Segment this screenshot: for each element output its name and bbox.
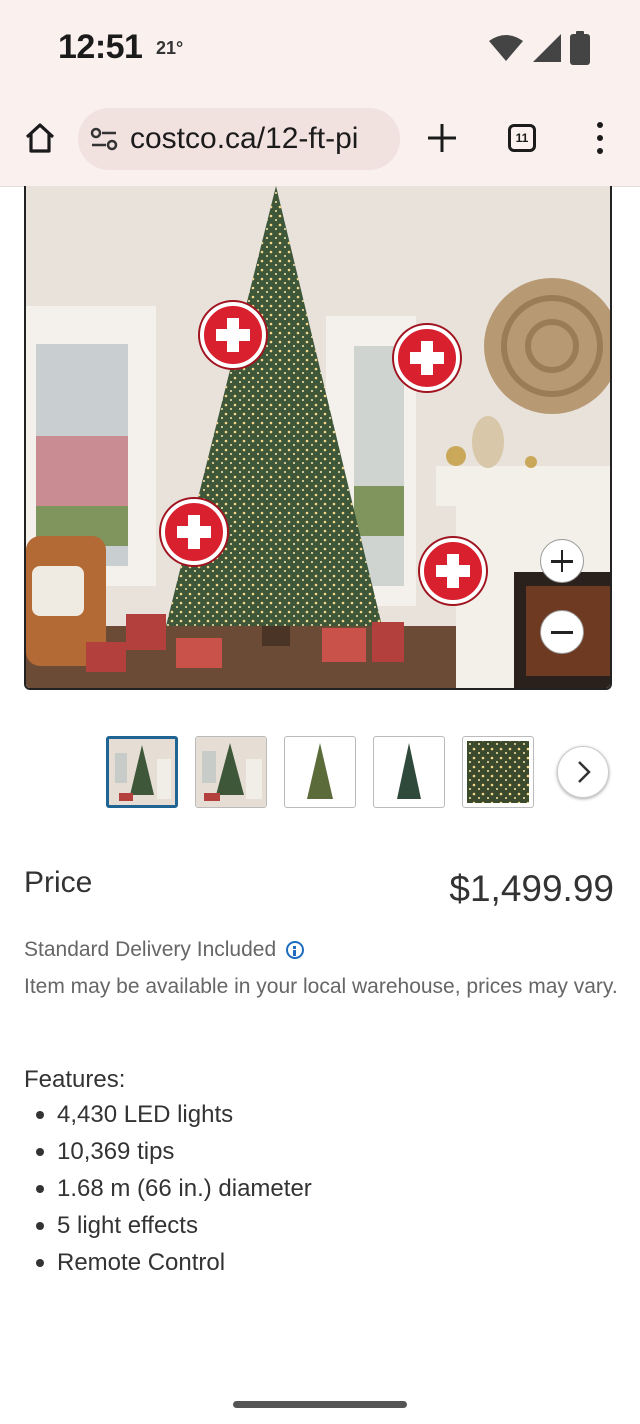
thumbnail-image [307, 743, 333, 799]
zoom-in-button[interactable] [540, 539, 584, 583]
thumbnail[interactable] [373, 736, 445, 808]
home-button[interactable] [20, 118, 60, 158]
gesture-home-indicator[interactable] [233, 1401, 407, 1408]
hotspot-button[interactable] [161, 499, 227, 565]
cellular-signal-icon [533, 34, 561, 62]
availability-note: Item may be available in your local ware… [24, 975, 618, 998]
feature-item: 4,430 LED lights [24, 1096, 312, 1133]
thumbnail[interactable] [195, 736, 267, 808]
feature-item: 5 light effects [24, 1207, 312, 1244]
thumbnail[interactable] [284, 736, 356, 808]
delivery-text: Standard Delivery Included [24, 938, 277, 961]
home-icon [25, 123, 55, 153]
hotspot-button[interactable] [200, 302, 266, 368]
address-bar[interactable]: costco.ca/12-ft-pi [78, 108, 400, 170]
new-tab-button[interactable] [424, 120, 460, 156]
features-title: Features: [24, 1066, 126, 1093]
tab-switcher-button[interactable]: 11 [508, 124, 536, 152]
thumbnail[interactable] [462, 736, 534, 808]
url-text: costco.ca/12-ft-pi [130, 122, 359, 155]
status-time: 12:51 [58, 28, 143, 66]
status-bar: 12:51 21° [0, 0, 640, 96]
hotspot-button[interactable] [394, 325, 460, 391]
tab-count: 11 [515, 131, 529, 145]
thumbnail-image [397, 743, 421, 799]
thumbnail[interactable] [106, 736, 178, 808]
feature-item: Remote Control [24, 1244, 312, 1281]
price-label: Price [24, 866, 93, 899]
thumbnail-image [196, 737, 266, 807]
hotspot-button[interactable] [420, 538, 486, 604]
chevron-right-icon [578, 761, 591, 783]
status-temperature: 21° [156, 38, 184, 58]
status-icons [488, 30, 590, 66]
next-thumbnails-button[interactable] [557, 746, 609, 798]
delivery-info: Standard Delivery Included [24, 938, 305, 962]
tree-room-photo [26, 186, 610, 688]
features-list: 4,430 LED lights 10,369 tips 1.68 m (66 … [24, 1096, 312, 1281]
more-vert-icon[interactable] [590, 120, 610, 156]
feature-item: 1.68 m (66 in.) diameter [24, 1170, 312, 1207]
zoom-out-button[interactable] [540, 610, 584, 654]
battery-icon [570, 31, 590, 65]
wifi-icon [489, 35, 523, 61]
tune-icon[interactable] [90, 126, 120, 152]
feature-item: 10,369 tips [24, 1133, 312, 1170]
thumbnail-image [467, 741, 529, 803]
product-image[interactable] [24, 186, 612, 690]
price-value: $1,499.99 [449, 868, 614, 909]
browser-toolbar: costco.ca/12-ft-pi 11 [0, 96, 640, 187]
thumbnail-image [109, 739, 175, 805]
info-icon[interactable] [286, 941, 305, 959]
